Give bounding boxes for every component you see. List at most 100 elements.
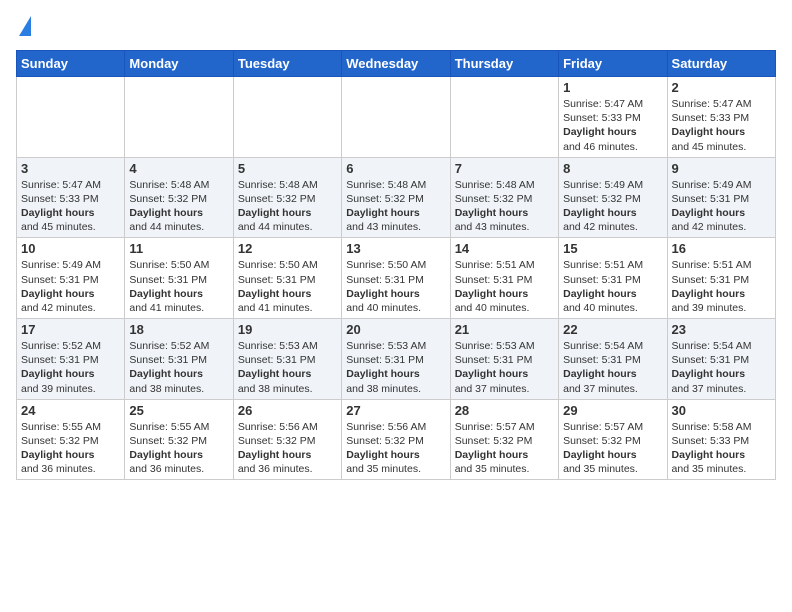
- day-info-line: Daylight hoursand 43 minutes.: [455, 206, 554, 234]
- day-info-line: Daylight hoursand 38 minutes.: [346, 367, 445, 395]
- day-number: 21: [455, 322, 554, 337]
- calendar-cell: 5Sunrise: 5:48 AMSunset: 5:32 PMDaylight…: [233, 157, 341, 238]
- calendar-cell: 1 Sunrise: 5:47 AMSunset: 5:33 PMDaylight…: [559, 77, 667, 158]
- calendar-cell: 13Sunrise: 5:50 AMSunset: 5:31 PMDayligh…: [342, 238, 450, 319]
- day-info-line: Sunset: 5:33 PM: [563, 111, 662, 125]
- day-info-line: Sunrise: 5:55 AM: [21, 420, 120, 434]
- calendar-week-row: 1Sunrise: 5:47 AMSunset: 5:33 PMDaylight…: [17, 77, 776, 158]
- calendar-cell: 15Sunrise: 5:51 AMSunset: 5:31 PMDayligh…: [559, 238, 667, 319]
- day-info-line: Sunrise: 5:51 AM: [563, 258, 662, 272]
- calendar-cell: 26Sunrise: 5:56 AMSunset: 5:32 PMDayligh…: [233, 399, 341, 480]
- calendar-cell: 20 Sunrise: 5:53 AMSunset: 5:31 PMDayligh…: [342, 319, 450, 400]
- day-number: 20: [346, 322, 445, 337]
- day-info-line: Daylight hoursand 37 minutes.: [672, 367, 771, 395]
- calendar-cell: 11Sunrise: 5:50 AMSunset: 5:31 PMDayligh…: [125, 238, 233, 319]
- day-info-line: Sunset: 5:31 PM: [672, 273, 771, 287]
- calendar-cell: 19Sunrise: 5:53 AMSunset: 5:31 PMDayligh…: [233, 319, 341, 400]
- day-number: 14: [455, 241, 554, 256]
- day-number: 3: [21, 161, 120, 176]
- calendar-cell: 12Sunrise: 5:50 AMSunset: 5:31 PMDayligh…: [233, 238, 341, 319]
- calendar-cell: 21Sunrise: 5:53 AMSunset: 5:31 PMDayligh…: [450, 319, 558, 400]
- day-info-line: Daylight hoursand 44 minutes.: [238, 206, 337, 234]
- day-number: 17: [21, 322, 120, 337]
- day-info-line: Daylight hoursand 46 minutes.: [563, 125, 662, 153]
- day-info-line: Sunset: 5:31 PM: [346, 353, 445, 367]
- day-info-line: Sunset: 5:32 PM: [238, 192, 337, 206]
- day-number: 1: [563, 80, 662, 95]
- calendar-header-wednesday: Wednesday: [342, 51, 450, 77]
- day-info-line: Sunrise: 5:48 AM: [455, 178, 554, 192]
- day-number: 30: [672, 403, 771, 418]
- calendar-cell: 8Sunrise: 5:49 AMSunset: 5:32 PMDaylight…: [559, 157, 667, 238]
- day-info-line: Sunset: 5:31 PM: [238, 273, 337, 287]
- day-number: 10: [21, 241, 120, 256]
- day-number: 24: [21, 403, 120, 418]
- calendar-header-sunday: Sunday: [17, 51, 125, 77]
- page-header: [16, 16, 776, 38]
- day-info-line: Sunset: 5:31 PM: [672, 192, 771, 206]
- day-info-line: Sunset: 5:32 PM: [129, 192, 228, 206]
- calendar-week-row: 17Sunrise: 5:52 AMSunset: 5:31 PMDayligh…: [17, 319, 776, 400]
- day-info-line: Sunset: 5:33 PM: [672, 111, 771, 125]
- day-number: 4: [129, 161, 228, 176]
- day-info-line: Daylight hoursand 41 minutes.: [129, 287, 228, 315]
- calendar-cell: [125, 77, 233, 158]
- calendar-cell: [342, 77, 450, 158]
- day-info-line: Sunrise: 5:51 AM: [672, 258, 771, 272]
- calendar-cell: 25Sunrise: 5:55 AMSunset: 5:32 PMDayligh…: [125, 399, 233, 480]
- day-info-line: Sunrise: 5:50 AM: [129, 258, 228, 272]
- day-info-line: Sunrise: 5:49 AM: [672, 178, 771, 192]
- day-info-line: Sunset: 5:31 PM: [238, 353, 337, 367]
- day-number: 12: [238, 241, 337, 256]
- day-info-line: Daylight hoursand 45 minutes.: [672, 125, 771, 153]
- day-info-line: Sunset: 5:33 PM: [21, 192, 120, 206]
- day-number: 16: [672, 241, 771, 256]
- calendar-week-row: 3Sunrise: 5:47 AMSunset: 5:33 PMDaylight…: [17, 157, 776, 238]
- day-info-line: Sunrise: 5:50 AM: [238, 258, 337, 272]
- day-info-line: Daylight hoursand 40 minutes.: [455, 287, 554, 315]
- day-info-line: Sunrise: 5:52 AM: [129, 339, 228, 353]
- day-info-line: Daylight hoursand 36 minutes.: [238, 448, 337, 476]
- day-info-line: Sunrise: 5:47 AM: [672, 97, 771, 111]
- day-info-line: Daylight hoursand 36 minutes.: [21, 448, 120, 476]
- day-info-line: Sunrise: 5:48 AM: [129, 178, 228, 192]
- day-number: 25: [129, 403, 228, 418]
- day-info-line: Sunrise: 5:53 AM: [238, 339, 337, 353]
- day-info-line: Daylight hoursand 35 minutes.: [563, 448, 662, 476]
- day-info-line: Daylight hoursand 45 minutes.: [21, 206, 120, 234]
- day-number: 13: [346, 241, 445, 256]
- day-info-line: Sunrise: 5:47 AM: [563, 97, 662, 111]
- calendar-cell: 22Sunrise: 5:54 AMSunset: 5:31 PMDayligh…: [559, 319, 667, 400]
- day-info-line: Daylight hoursand 35 minutes.: [346, 448, 445, 476]
- day-info-line: Sunrise: 5:48 AM: [238, 178, 337, 192]
- day-info-line: Sunset: 5:32 PM: [238, 434, 337, 448]
- day-info-line: Sunrise: 5:53 AM: [346, 339, 445, 353]
- day-info-line: Sunrise: 5:49 AM: [21, 258, 120, 272]
- day-info-line: Sunrise: 5:50 AM: [346, 258, 445, 272]
- day-number: 6: [346, 161, 445, 176]
- calendar-header-saturday: Saturday: [667, 51, 775, 77]
- day-info-line: Sunset: 5:32 PM: [563, 434, 662, 448]
- calendar-cell: [450, 77, 558, 158]
- calendar-cell: 17Sunrise: 5:52 AMSunset: 5:31 PMDayligh…: [17, 319, 125, 400]
- day-info-line: Sunset: 5:32 PM: [346, 434, 445, 448]
- calendar-header-row: SundayMondayTuesdayWednesdayThursdayFrid…: [17, 51, 776, 77]
- calendar-cell: [233, 77, 341, 158]
- day-info-line: Sunrise: 5:57 AM: [455, 420, 554, 434]
- day-info-line: Daylight hoursand 35 minutes.: [672, 448, 771, 476]
- calendar-cell: 2Sunrise: 5:47 AMSunset: 5:33 PMDaylight…: [667, 77, 775, 158]
- day-info-line: Sunrise: 5:56 AM: [346, 420, 445, 434]
- day-number: 27: [346, 403, 445, 418]
- day-info-line: Sunrise: 5:55 AM: [129, 420, 228, 434]
- day-info-line: Sunrise: 5:51 AM: [455, 258, 554, 272]
- calendar-cell: 30Sunrise: 5:58 AMSunset: 5:33 PMDayligh…: [667, 399, 775, 480]
- day-number: 28: [455, 403, 554, 418]
- day-info-line: Sunset: 5:31 PM: [563, 273, 662, 287]
- day-info-line: Daylight hoursand 40 minutes.: [563, 287, 662, 315]
- day-info-line: Sunrise: 5:57 AM: [563, 420, 662, 434]
- day-info-line: Daylight hoursand 37 minutes.: [563, 367, 662, 395]
- day-info-line: Daylight hoursand 35 minutes.: [455, 448, 554, 476]
- calendar-week-row: 24Sunrise: 5:55 AMSunset: 5:32 PMDayligh…: [17, 399, 776, 480]
- day-number: 11: [129, 241, 228, 256]
- day-info-line: Sunset: 5:31 PM: [455, 353, 554, 367]
